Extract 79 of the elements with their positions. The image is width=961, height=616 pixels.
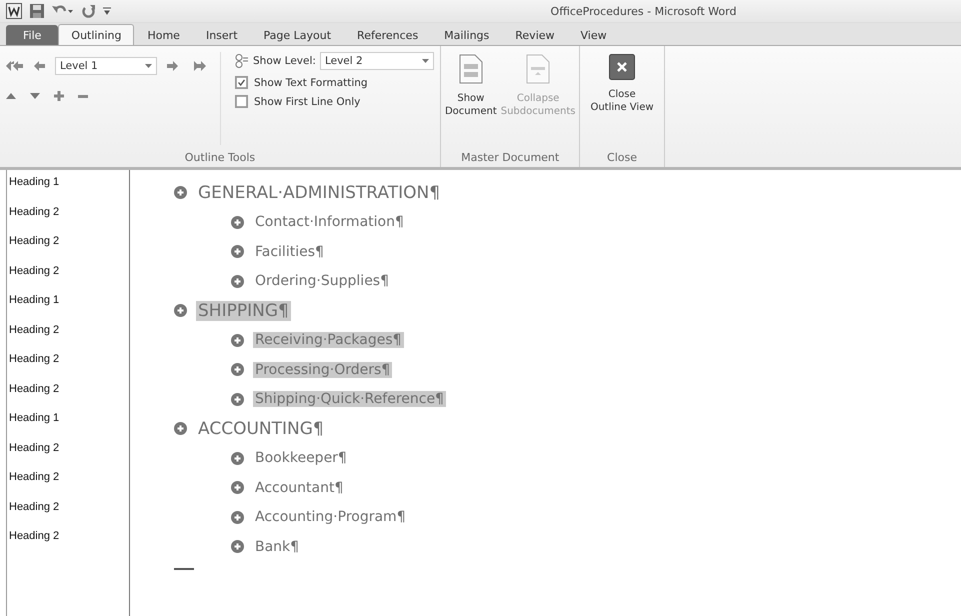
end-of-document-mark [174,568,194,570]
outline-heading: Receiving·Packages¶ [253,332,404,348]
customize-toolbar-icon[interactable] [103,6,111,16]
outline-heading: Bank¶ [254,538,300,555]
expand-plus-icon[interactable] [231,274,244,288]
collapse-icon[interactable] [78,94,88,98]
close-outline-button[interactable]: Close Outline View [588,50,656,147]
expand-plus-icon[interactable] [231,216,244,229]
double-left-arrow-icon[interactable] [6,61,24,71]
outline-heading: ACCOUNTING¶ [197,418,325,439]
expand-icon[interactable] [54,91,64,101]
checkbox[interactable] [235,95,248,108]
dropdown-caret-icon[interactable] [145,64,152,68]
style-name: Heading 1 [9,412,60,424]
outline-heading: Contact·Information¶ [254,214,405,230]
ribbon-tab[interactable]: Mailings [431,25,502,45]
expand-plus-icon[interactable] [231,392,244,406]
group-label: Outline Tools [184,151,256,166]
group-label: Master Document [460,151,560,166]
right-arrow-icon[interactable] [167,61,178,71]
style-name: Heading 2 [9,382,60,394]
expand-plus-icon[interactable] [174,304,187,318]
expand-plus-icon[interactable] [231,510,244,524]
checkbox[interactable] [235,76,248,89]
outline-heading: Accountant¶ [254,480,344,496]
ribbon-tab[interactable]: Home [134,25,193,45]
ribbon-tab[interactable]: File [6,25,58,45]
style-name: Heading 2 [9,324,60,336]
option-label: Show Text Formatting [254,76,368,88]
outline-heading: GENERAL·ADMINISTRATION¶ [197,182,442,203]
expand-plus-icon[interactable] [231,540,244,554]
move-up-icon[interactable] [6,93,16,99]
ribbon-tab[interactable]: Review [502,25,568,45]
document-icon [526,54,550,84]
expand-plus-icon[interactable] [174,422,187,436]
outline-heading: Processing·Orders¶ [253,362,392,378]
option-label: Show First Line Only [254,96,360,108]
redo-icon[interactable] [82,4,95,18]
outline-level-dropdown[interactable]: Level 1 [55,57,157,75]
group-label: Close [606,151,638,166]
outline-heading: Bookkeeper¶ [254,450,348,466]
outline-heading: SHIPPING¶ [196,300,291,321]
ribbon-tab[interactable]: Page Layout [250,25,344,45]
show-level-icon [235,54,249,68]
style-name: Heading 1 [9,176,60,188]
outline-heading: Ordering·Supplies¶ [254,273,390,290]
window-title: OfficeProcedures - Microsoft Word [550,4,738,18]
ribbon-tab[interactable]: References [344,25,432,45]
expand-plus-icon[interactable] [231,245,244,258]
style-name: Heading 2 [9,442,60,454]
style-name: Heading 2 [9,353,60,365]
ribbon-tab[interactable]: Insert [192,25,251,45]
style-name: Heading 2 [9,471,60,483]
expand-plus-icon[interactable] [231,334,244,347]
dropdown-caret-icon[interactable] [422,59,429,63]
move-down-icon[interactable] [30,93,40,99]
style-name: Heading 2 [9,500,60,512]
outline-heading: Accounting·Program¶ [254,509,407,526]
ribbon-tab[interactable]: Outlining [58,24,134,45]
expand-plus-icon[interactable] [231,452,244,465]
save-icon[interactable] [30,4,44,18]
document-icon [458,54,483,84]
expand-plus-icon[interactable] [174,186,187,200]
style-name: Heading 1 [9,294,60,306]
show-level-dropdown[interactable]: Level 2 [320,52,434,70]
outline-heading: Facilities¶ [254,244,325,260]
expand-plus-icon[interactable] [231,481,244,494]
style-name: Heading 2 [9,235,60,247]
outline-heading: Shipping·Quick·Reference¶ [253,391,446,408]
style-name: Heading 2 [9,530,60,542]
expand-plus-icon[interactable] [231,363,244,376]
style-name: Heading 2 [9,206,60,218]
show-level-label: Show Level: [253,55,316,67]
left-arrow-icon[interactable] [34,61,45,71]
ribbon-button[interactable]: Show Document [442,50,499,147]
close-icon [609,54,635,80]
style-name: Heading 2 [9,264,60,276]
word-logo-icon[interactable] [6,3,22,19]
ribbon-tab[interactable]: View [568,25,620,45]
